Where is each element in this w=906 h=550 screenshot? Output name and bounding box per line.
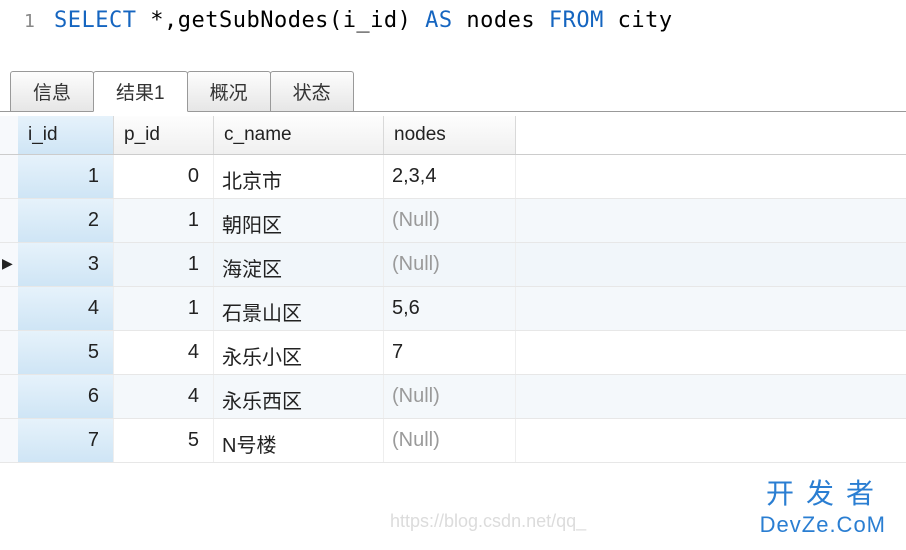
cell-c_name[interactable]: 石景山区 (214, 287, 384, 330)
sql-editor[interactable]: 1 SELECT *,getSubNodes(i_id) AS nodes FR… (0, 0, 906, 53)
cell-nodes[interactable]: (Null) (384, 199, 516, 242)
row-handle-header (0, 116, 18, 154)
tab-result1[interactable]: 结果1 (93, 71, 188, 112)
cell-nodes[interactable]: 7 (384, 331, 516, 374)
cell-c_name[interactable]: 海淀区 (214, 243, 384, 286)
tab-info[interactable]: 信息 (10, 71, 94, 111)
col-header-nodes[interactable]: nodes (384, 116, 516, 154)
cell-p_id[interactable]: 4 (114, 331, 214, 374)
cell-p_id[interactable]: 5 (114, 419, 214, 462)
table-row[interactable]: 54永乐小区7 (0, 331, 906, 375)
row-handle[interactable] (0, 331, 18, 374)
table-row[interactable]: 75N号楼(Null) (0, 419, 906, 463)
tab-status[interactable]: 状态 (270, 71, 354, 111)
col-header-i_id[interactable]: i_id (18, 116, 114, 154)
line-number: 1 (24, 11, 54, 32)
row-handle[interactable] (0, 287, 18, 330)
cell-p_id[interactable]: 1 (114, 199, 214, 242)
cell-i_id[interactable]: 3 (18, 243, 114, 286)
row-handle[interactable] (0, 199, 18, 242)
row-handle[interactable] (0, 155, 18, 198)
cell-c_name[interactable]: N号楼 (214, 419, 384, 462)
cell-i_id[interactable]: 2 (18, 199, 114, 242)
cell-nodes[interactable]: 2,3,4 (384, 155, 516, 198)
cell-p_id[interactable]: 1 (114, 243, 214, 286)
row-handle[interactable] (0, 243, 18, 286)
grid-header: i_id p_id c_name nodes (0, 116, 906, 155)
cell-i_id[interactable]: 5 (18, 331, 114, 374)
col-header-p_id[interactable]: p_id (114, 116, 214, 154)
result-grid: i_id p_id c_name nodes 10北京市2,3,421朝阳区(N… (0, 116, 906, 463)
result-tabs: 信息 结果1 概况 状态 (0, 71, 906, 112)
code-line: 1 SELECT *,getSubNodes(i_id) AS nodes FR… (0, 8, 906, 33)
cell-i_id[interactable]: 7 (18, 419, 114, 462)
cell-p_id[interactable]: 4 (114, 375, 214, 418)
grid-body: 10北京市2,3,421朝阳区(Null)31海淀区(Null)41石景山区5,… (0, 155, 906, 463)
row-handle[interactable] (0, 375, 18, 418)
watermark-line2: DevZe.CoM (760, 512, 886, 538)
table-row[interactable]: 10北京市2,3,4 (0, 155, 906, 199)
cell-c_name[interactable]: 北京市 (214, 155, 384, 198)
col-header-c_name[interactable]: c_name (214, 116, 384, 154)
table-row[interactable]: 31海淀区(Null) (0, 243, 906, 287)
table-row[interactable]: 21朝阳区(Null) (0, 199, 906, 243)
tab-profile[interactable]: 概况 (187, 71, 271, 111)
cell-i_id[interactable]: 1 (18, 155, 114, 198)
cell-nodes[interactable]: (Null) (384, 243, 516, 286)
table-row[interactable]: 64永乐西区(Null) (0, 375, 906, 419)
cell-c_name[interactable]: 永乐小区 (214, 331, 384, 374)
cell-nodes[interactable]: (Null) (384, 419, 516, 462)
cell-nodes[interactable]: 5,6 (384, 287, 516, 330)
cell-c_name[interactable]: 永乐西区 (214, 375, 384, 418)
cell-p_id[interactable]: 1 (114, 287, 214, 330)
cell-nodes[interactable]: (Null) (384, 375, 516, 418)
devze-watermark: 开发者 DevZe.CoM (760, 472, 886, 538)
sql-text: SELECT *,getSubNodes(i_id) AS nodes FROM… (54, 8, 673, 33)
row-handle[interactable] (0, 419, 18, 462)
watermark-line1: 开发者 (760, 472, 886, 512)
cell-c_name[interactable]: 朝阳区 (214, 199, 384, 242)
table-row[interactable]: 41石景山区5,6 (0, 287, 906, 331)
cell-i_id[interactable]: 6 (18, 375, 114, 418)
csdn-watermark: https://blog.csdn.net/qq_ (390, 511, 586, 532)
cell-i_id[interactable]: 4 (18, 287, 114, 330)
cell-p_id[interactable]: 0 (114, 155, 214, 198)
